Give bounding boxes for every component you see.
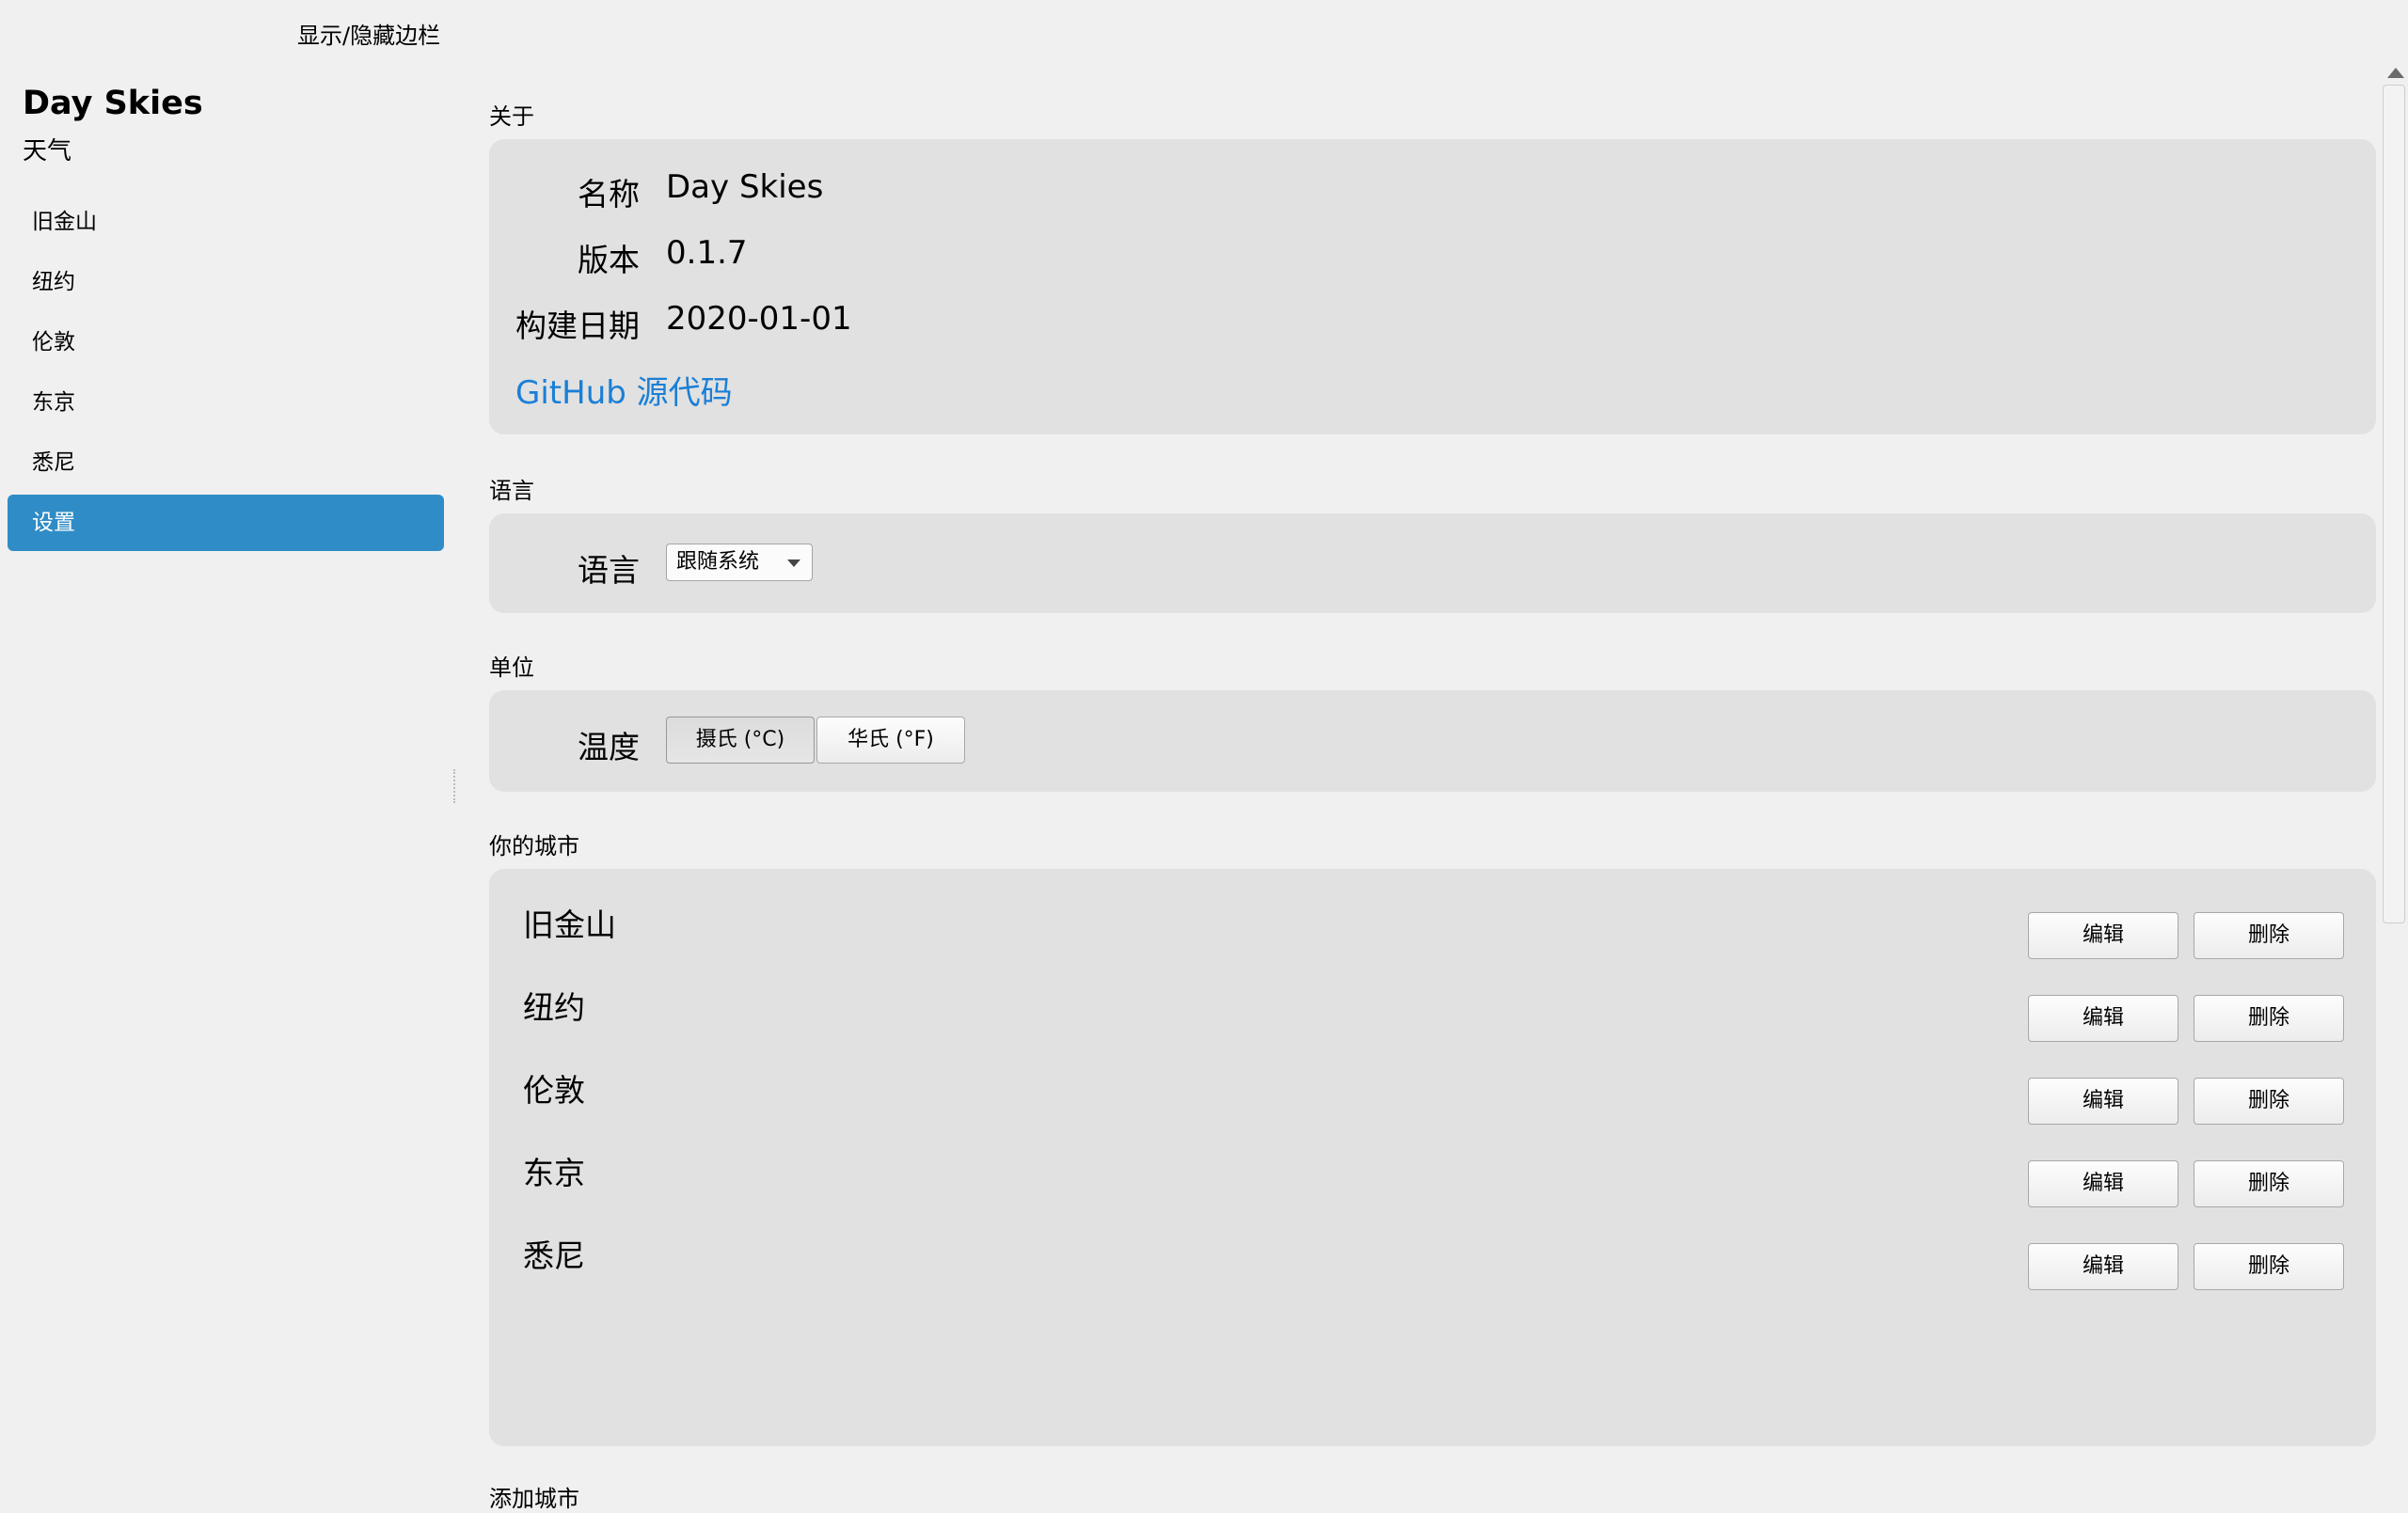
language-card: 语言 跟随系统 bbox=[489, 513, 2376, 613]
delete-city-button[interactable]: 删除 bbox=[2194, 912, 2344, 959]
city-name: 悉尼 bbox=[523, 1237, 585, 1274]
sidebar-item-san-francisco[interactable]: 旧金山 bbox=[8, 194, 444, 250]
toggle-sidebar-button[interactable]: 显示/隐藏边栏 bbox=[297, 17, 440, 50]
chevron-down-icon bbox=[787, 559, 800, 567]
language-section-title: 语言 bbox=[489, 478, 534, 504]
sidebar-nav: 旧金山 纽约 伦敦 东京 悉尼 设置 bbox=[8, 194, 444, 555]
add-city-section-title: 添加城市 bbox=[489, 1486, 579, 1512]
app-title: Day Skies bbox=[23, 85, 203, 122]
sidebar-splitter-handle[interactable] bbox=[453, 769, 458, 803]
language-select-value: 跟随系统 bbox=[676, 550, 760, 574]
temperature-label: 温度 bbox=[578, 729, 640, 765]
sidebar-item-london[interactable]: 伦敦 bbox=[8, 314, 444, 370]
units-section-title: 单位 bbox=[489, 654, 534, 681]
vertical-scrollbar[interactable] bbox=[2380, 62, 2408, 1505]
settings-page: 关于 名称 Day Skies 版本 0.1.7 构建日期 2020-01-01… bbox=[489, 0, 2376, 1512]
delete-city-button[interactable]: 删除 bbox=[2194, 995, 2344, 1042]
about-section-title: 关于 bbox=[489, 103, 534, 130]
delete-city-button[interactable]: 删除 bbox=[2194, 1078, 2344, 1125]
build-date-value: 2020-01-01 bbox=[666, 300, 852, 338]
scrollbar-thumb[interactable] bbox=[2383, 85, 2405, 923]
city-name: 东京 bbox=[523, 1155, 585, 1191]
city-name: 旧金山 bbox=[523, 906, 616, 943]
version-value: 0.1.7 bbox=[666, 234, 748, 272]
sidebar-item-sydney[interactable]: 悉尼 bbox=[8, 434, 444, 491]
edit-city-button[interactable]: 编辑 bbox=[2028, 912, 2178, 959]
version-label: 版本 bbox=[578, 242, 640, 278]
celsius-button[interactable]: 摄氏 (°C) bbox=[666, 717, 815, 764]
language-label: 语言 bbox=[578, 552, 640, 589]
build-date-label: 构建日期 bbox=[515, 307, 640, 344]
city-name: 伦敦 bbox=[523, 1072, 585, 1109]
fahrenheit-button[interactable]: 华氏 (°F) bbox=[816, 717, 965, 764]
edit-city-button[interactable]: 编辑 bbox=[2028, 995, 2178, 1042]
edit-city-button[interactable]: 编辑 bbox=[2028, 1243, 2178, 1290]
city-name: 纽约 bbox=[523, 989, 585, 1026]
github-source-link[interactable]: GitHub 源代码 bbox=[515, 367, 733, 413]
your-cities-section-title: 你的城市 bbox=[489, 833, 579, 859]
app-subtitle: 天气 bbox=[23, 137, 72, 165]
scroll-up-arrow-icon[interactable] bbox=[2387, 68, 2404, 78]
about-card: 名称 Day Skies 版本 0.1.7 构建日期 2020-01-01 Gi… bbox=[489, 139, 2376, 434]
edit-city-button[interactable]: 编辑 bbox=[2028, 1160, 2178, 1207]
delete-city-button[interactable]: 删除 bbox=[2194, 1160, 2344, 1207]
delete-city-button[interactable]: 删除 bbox=[2194, 1243, 2344, 1290]
edit-city-button[interactable]: 编辑 bbox=[2028, 1078, 2178, 1125]
language-select[interactable]: 跟随系统 bbox=[666, 544, 813, 581]
name-value: Day Skies bbox=[666, 168, 824, 206]
units-card: 温度 摄氏 (°C) 华氏 (°F) bbox=[489, 690, 2376, 792]
sidebar-item-settings[interactable]: 设置 bbox=[8, 495, 444, 551]
name-label: 名称 bbox=[578, 176, 640, 213]
sidebar-item-new-york[interactable]: 纽约 bbox=[8, 254, 444, 310]
sidebar-item-tokyo[interactable]: 东京 bbox=[8, 374, 444, 431]
cities-card: 旧金山 编辑 删除 纽约 编辑 删除 伦敦 编辑 删除 东京 编辑 删除 悉尼 … bbox=[489, 869, 2376, 1446]
